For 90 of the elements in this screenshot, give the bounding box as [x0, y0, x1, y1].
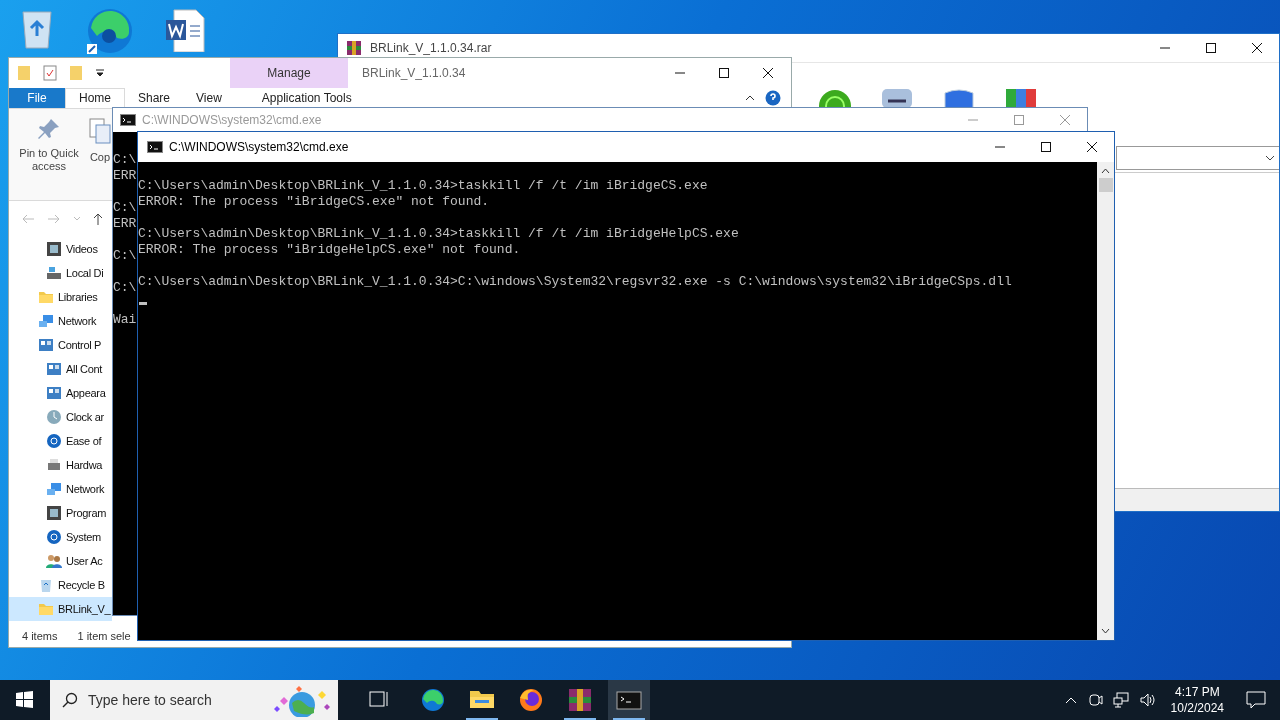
nav-item[interactable]: Videos: [9, 237, 112, 262]
status-text: 4 items: [22, 629, 58, 642]
panel-icon: [46, 361, 62, 378]
shield-icon: [942, 89, 976, 108]
folder-icon: [38, 289, 54, 306]
file-tab[interactable]: File: [9, 87, 65, 108]
console-line: C:\Users\admin\Desktop\BRLink_V_1.1.0.34>C:\windows\System32\regsvr32.exe -s C:\windows\system32\iBridgeCSps.dll: [138, 274, 1012, 290]
console-icon: [120, 114, 136, 126]
drive-icon: [46, 265, 62, 282]
nav-item[interactable]: Clock ar: [9, 405, 112, 430]
network-icon: [46, 481, 62, 498]
network-icon[interactable]: [1112, 692, 1129, 708]
nav-item[interactable]: System: [9, 525, 112, 550]
window-title: BRLink_V_1.1.0.34: [361, 64, 466, 82]
notifications-icon[interactable]: [1246, 691, 1266, 709]
ribbon-tab[interactable]: Share: [125, 87, 184, 108]
network-icon: [38, 313, 54, 330]
search-icon: [62, 692, 78, 708]
nav-item[interactable]: Recycle B: [9, 573, 112, 598]
panel-icon: [38, 337, 54, 354]
context-tab-header: Manage: [230, 58, 348, 88]
nav-item[interactable]: BRLink_V_: [9, 597, 112, 622]
properties-icon: [43, 64, 57, 81]
console-line: ERR: [113, 216, 137, 232]
film-icon: [46, 241, 62, 258]
folder-icon: [38, 601, 54, 618]
users-icon: [46, 553, 62, 570]
ribbon-tab[interactable]: Home: [65, 87, 125, 108]
console-line: Wai: [113, 312, 137, 328]
clock-icon: [46, 409, 62, 426]
chevron-down-icon: [1265, 155, 1275, 161]
film-icon: [46, 505, 62, 522]
maximize-icon[interactable]: [718, 66, 730, 79]
volume-icon[interactable]: [1138, 692, 1157, 708]
winrar-icon: [346, 40, 362, 56]
scrollbar-thumb[interactable]: [1098, 178, 1113, 192]
scroll-down-icon[interactable]: [1101, 628, 1110, 634]
status-text: 1 item sele: [77, 629, 131, 642]
close-icon[interactable]: [762, 66, 774, 79]
console-line: ERR: [113, 168, 137, 184]
nav-item[interactable]: Program: [9, 501, 112, 526]
console-line: ERROR: The process "iBridgeCS.exe" not found.: [138, 194, 490, 210]
books-icon: [1004, 89, 1038, 108]
scroll-up-icon[interactable]: [1101, 168, 1110, 174]
console-line: C:\Users\admin\Desktop\BRLink_V_1.1.0.34>taskkill /f /t /im iBridgeCS.exe: [138, 178, 708, 194]
recycle-bin-icon: [38, 577, 54, 594]
clock[interactable]: 4:17 PM 10/2/2024: [1170, 684, 1224, 716]
help-icon[interactable]: [765, 89, 781, 106]
close-icon[interactable]: [1086, 141, 1098, 153]
close-icon[interactable]: [1251, 42, 1263, 54]
edge-icon: [85, 6, 135, 56]
maximize-icon[interactable]: [1040, 141, 1052, 153]
maximize-icon[interactable]: [1205, 42, 1217, 54]
word-document-icon: [164, 8, 206, 52]
path-dropdown[interactable]: [1116, 146, 1279, 170]
pin-icon: [37, 116, 61, 141]
search-field[interactable]: Type here to search: [50, 680, 338, 720]
panel-icon: [46, 385, 62, 402]
folder-icon: [69, 64, 83, 81]
nav-item[interactable]: Control P: [9, 333, 112, 358]
nav-item[interactable]: Local Di: [9, 261, 112, 286]
nav-item[interactable]: Libraries: [9, 285, 112, 310]
nav-item[interactable]: Network: [9, 477, 112, 502]
console-line: C:\Users\admin\Desktop\BRLink_V_1.1.0.34>taskkill /f /t /im iBridgeHelpCS.exe: [138, 226, 739, 242]
nav-item[interactable]: User Ac: [9, 549, 112, 574]
chevron-up-icon[interactable]: [1064, 696, 1077, 704]
window-title: BRLink_V_1.1.0.34.rar: [370, 41, 492, 55]
text-cursor: [139, 302, 147, 305]
nav-item[interactable]: All Cont: [9, 357, 112, 382]
folder-icon: [17, 64, 31, 81]
window-title: C:\WINDOWS\system32\cmd.exe: [142, 113, 322, 127]
ribbon-button[interactable]: Cop: [88, 116, 112, 200]
console-icon[interactable]: [608, 680, 650, 720]
up-arrow-icon[interactable]: [93, 212, 103, 226]
console-line: C:\: [113, 280, 137, 296]
nav-item[interactable]: Network: [9, 309, 112, 334]
collapse-icon[interactable]: [745, 94, 755, 101]
dropdown-icon[interactable]: [95, 67, 105, 78]
ribbon-tab[interactable]: Application Tools: [248, 87, 365, 108]
nav-item[interactable]: Appeara: [9, 381, 112, 406]
nav-item[interactable]: Hardwa: [9, 453, 112, 478]
console-line: ERROR: The process "iBridgeHelpCS.exe" not found.: [138, 242, 521, 258]
window-title: C:\WINDOWS\system32\cmd.exe: [169, 140, 349, 154]
ribbon-button[interactable]: Pin to Quick access: [16, 116, 82, 200]
console-line: C:\: [113, 200, 137, 216]
console-line: C:\: [113, 248, 137, 264]
nav-item[interactable]: Ease of: [9, 429, 112, 454]
console-line: C:\: [113, 152, 137, 168]
console-icon: [147, 141, 163, 153]
ribbon-tab[interactable]: View: [183, 87, 235, 108]
